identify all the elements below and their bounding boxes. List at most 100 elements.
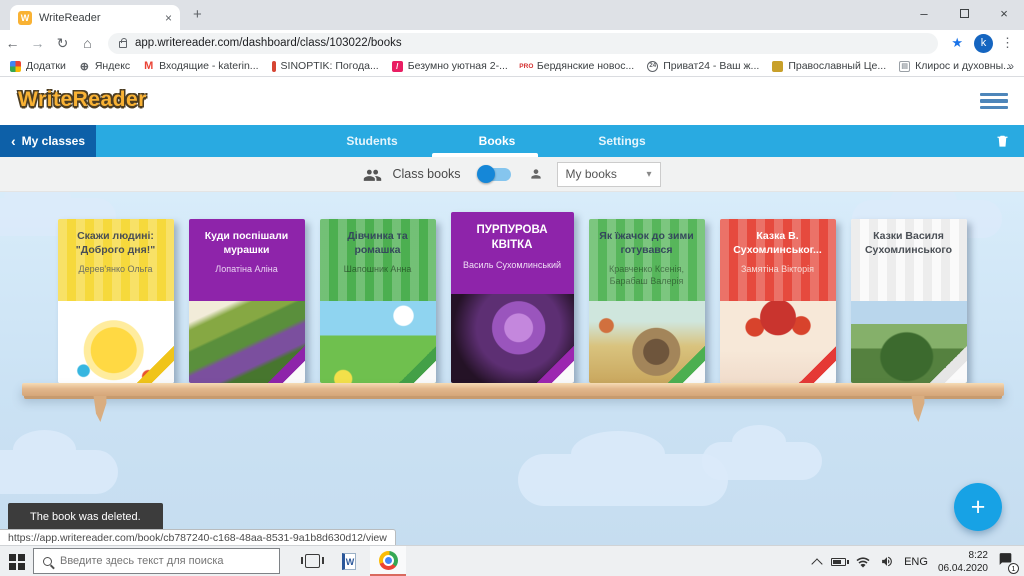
forward-icon[interactable]: → <box>25 35 50 51</box>
system-tray: ENG 8:22 06.04.2020 1 <box>813 546 1019 576</box>
toast-notification: The book was deleted. <box>8 503 163 531</box>
people-icon <box>363 168 382 181</box>
book-cover-card[interactable]: Казки Василя Сухомлинського <box>851 219 967 383</box>
bookmark-yandex[interactable]: ⊕Яндекс <box>79 60 130 72</box>
corner-ribbon <box>799 346 836 383</box>
browser-tab[interactable]: W WriteReader × <box>10 5 180 30</box>
book-author: Шапошник Анна <box>326 263 430 275</box>
add-book-button[interactable]: + <box>954 483 1002 531</box>
bookmarks-overflow-icon[interactable]: » <box>1007 59 1014 73</box>
writereader-favicon: W <box>18 11 32 25</box>
gmail-icon: M <box>143 61 154 72</box>
book-header: ПУРПУРОВА КВІТКА Василь Сухомлинський <box>451 212 574 294</box>
chrome-icon <box>379 551 398 570</box>
speaker-icon[interactable] <box>880 555 894 568</box>
address-bar[interactable]: app.writereader.com/dashboard/class/1030… <box>108 33 938 54</box>
book-author: Кравченко Ксенія, Барабаш Валерія <box>595 263 699 287</box>
corner-ribbon <box>399 346 436 383</box>
my-classes-back-button[interactable]: ‹ My classes <box>0 125 96 157</box>
task-view-icon[interactable] <box>305 554 320 568</box>
bookmark-star-icon[interactable]: ★ <box>951 35 963 51</box>
profile-avatar[interactable]: k <box>974 34 993 53</box>
book-cover-card[interactable]: Куди поспішали мурашки Лопатіна Аліна <box>189 219 305 383</box>
bookmark-church[interactable]: Православный Це... <box>772 60 886 72</box>
book-cover-card[interactable]: ПУРПУРОВА КВІТКА Василь Сухомлинський <box>451 212 574 383</box>
class-navbar: ‹ My classes Students Books Settings <box>0 125 1024 157</box>
bookmark-apartment[interactable]: /Безумно уютная 2-... <box>392 60 508 72</box>
book-author: Дерев'янко Ольга <box>64 263 168 275</box>
browser-menu-icon[interactable]: ⋮ <box>1001 35 1014 51</box>
cloud-decoration <box>0 450 118 494</box>
my-books-dropdown[interactable]: My books ▾ <box>557 162 661 187</box>
book-header: Куди поспішали мурашки Лопатіна Аліна <box>189 219 305 301</box>
corner-ribbon <box>537 346 574 383</box>
chevron-left-icon: ‹ <box>11 133 16 149</box>
tray-chevron-up-icon[interactable] <box>811 558 822 569</box>
bookmark-sinoptik[interactable]: SINOPTIK: Погода... <box>272 60 379 72</box>
books-row: Скажи людині: "Доброго дня!" Дерев'янко … <box>0 192 1024 383</box>
person-icon <box>529 167 543 181</box>
taskbar-search-input[interactable] <box>60 555 260 567</box>
battery-icon[interactable] <box>831 558 846 566</box>
notification-count-badge: 1 <box>1008 563 1019 574</box>
lock-icon <box>119 41 127 48</box>
bookmark-gmail[interactable]: MВходящие - katerin... <box>143 60 258 72</box>
thermometer-icon <box>272 61 276 72</box>
book-title: Дівчинка та ромашка <box>326 230 430 257</box>
privat24-icon: 24 <box>647 61 658 72</box>
taskbar-search-box[interactable] <box>33 548 280 574</box>
reload-icon[interactable]: ↻ <box>50 35 75 52</box>
search-icon <box>43 557 52 566</box>
bookmark-kliros[interactable]: ▤Клирос и духовны... <box>899 60 1012 72</box>
tab-title: WriteReader <box>39 12 158 24</box>
books-filter-row: Class books My books ▾ <box>0 157 1024 192</box>
bookmarks-bar: Додатки ⊕Яндекс MВходящие - katerin... S… <box>0 56 1024 77</box>
language-indicator[interactable]: ENG <box>904 556 928 568</box>
tab-students[interactable]: Students <box>346 125 397 157</box>
book-cover-card[interactable]: Як їжачок до зими готувався Кравченко Кс… <box>589 219 705 383</box>
bookmark-apps[interactable]: Додатки <box>10 60 66 72</box>
link-status-bar: https://app.writereader.com/book/cb78724… <box>0 529 396 545</box>
tab-close-icon[interactable]: × <box>165 11 172 25</box>
book-title: Як їжачок до зими готувався <box>595 230 699 257</box>
delete-class-trash-icon[interactable] <box>995 132 1010 150</box>
book-header: Дівчинка та ромашка Шапошник Анна <box>320 219 436 301</box>
book-cover-card[interactable]: Казка В. Сухомлинськог... Замятіна Вікто… <box>720 219 836 383</box>
bookmark-privat24[interactable]: 24Приват24 - Ваш ж... <box>647 60 759 72</box>
books-filter-toggle[interactable] <box>479 168 511 181</box>
word-app-icon[interactable]: W <box>342 553 356 570</box>
start-button-icon[interactable] <box>9 554 25 570</box>
hamburger-menu-icon[interactable] <box>980 93 1008 112</box>
bookmark-news[interactable]: PROБердянские новос... <box>521 60 634 72</box>
window-restore-button[interactable] <box>944 0 984 28</box>
book-title: Казка В. Сухомлинськог... <box>726 230 830 257</box>
corner-ribbon <box>137 346 174 383</box>
pink-site-icon: / <box>392 61 403 72</box>
back-icon[interactable]: ← <box>0 35 25 51</box>
book-cover-card[interactable]: Скажи людині: "Доброго дня!" Дерев'янко … <box>58 219 174 383</box>
corner-ribbon <box>268 346 305 383</box>
wooden-shelf <box>22 383 1004 396</box>
browser-toolbar: ← → ↻ ⌂ app.writereader.com/dashboard/cl… <box>0 30 1024 56</box>
new-tab-button[interactable]: + <box>193 6 202 23</box>
wifi-icon[interactable] <box>856 556 870 568</box>
action-center-icon[interactable]: 1 <box>998 552 1013 571</box>
window-close-button[interactable]: × <box>984 0 1024 28</box>
apps-grid-icon <box>10 61 21 72</box>
window-minimize-button[interactable]: – <box>904 0 944 28</box>
doc-site-icon: ▤ <box>899 61 910 72</box>
chevron-down-icon: ▾ <box>647 169 652 180</box>
tab-settings[interactable]: Settings <box>598 125 645 157</box>
book-title: Казки Василя Сухомлинського <box>857 230 961 257</box>
home-icon[interactable]: ⌂ <box>75 35 100 51</box>
my-books-label: My books <box>566 167 617 181</box>
chrome-app-tile[interactable] <box>370 546 406 576</box>
book-header: Скажи людині: "Доброго дня!" Дерев'янко … <box>58 219 174 301</box>
globe-icon: ⊕ <box>79 61 90 72</box>
toggle-knob <box>477 165 495 183</box>
url-text[interactable]: app.writereader.com/dashboard/class/1030… <box>135 37 402 49</box>
shelf-bracket <box>908 396 928 422</box>
book-cover-card[interactable]: Дівчинка та ромашка Шапошник Анна <box>320 219 436 383</box>
app-header: WriteReader <box>0 78 1024 125</box>
taskbar-clock[interactable]: 8:22 06.04.2020 <box>938 549 988 575</box>
